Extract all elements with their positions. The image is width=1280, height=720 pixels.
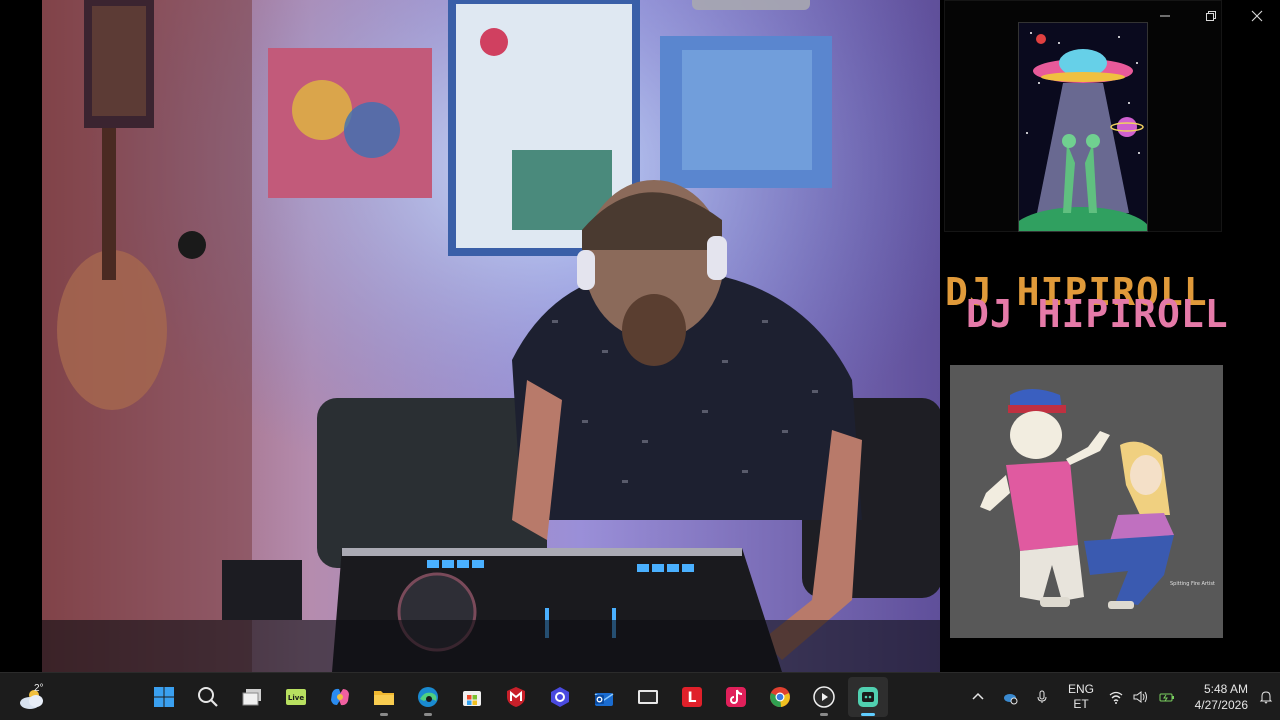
minimize-icon [1160,15,1170,17]
tiktok-icon [726,687,746,707]
chevron-up-icon [972,692,984,700]
ufo-poster-image [1018,22,1148,232]
battery-charging-icon [1159,693,1174,702]
onedrive-tray-button[interactable] [994,673,1026,720]
taskbar-apps: Live L [144,677,888,717]
cartoon-signature: Spitting Fire Artist [1170,581,1215,587]
microphone-icon [1037,690,1047,703]
copilot-button[interactable] [320,677,360,717]
play-icon [813,686,835,708]
start-button[interactable] [144,677,184,717]
store-button[interactable] [452,677,492,717]
dj-performance-image [42,0,940,672]
l-letter-icon: L [682,687,702,707]
window-drag-handle[interactable] [692,0,810,10]
mail-button[interactable] [584,677,624,717]
vpn-button[interactable] [540,677,580,717]
store-icon [463,691,481,706]
volume-tray-button[interactable] [1128,673,1152,720]
active-indicator [861,713,875,716]
edge-button[interactable] [408,677,448,717]
taskbar: 2° Live L ENG ET 5:48 AM 4/27/2026 [0,672,1280,720]
live-app-button[interactable]: Live [276,677,316,717]
language-code: ENG [1067,682,1094,696]
notification-bell-icon [1259,691,1273,704]
search-icon [198,687,218,707]
svg-text:Live: Live [288,694,304,702]
wifi-icon [1109,691,1123,704]
mcafee-icon [507,687,525,707]
live-app-icon: Live [286,689,306,705]
show-hidden-icons-button[interactable] [962,673,994,720]
running-indicator [380,713,388,716]
restore-icon [1206,11,1216,21]
media-player-button[interactable] [804,677,844,717]
shield-app-icon [551,687,569,707]
language-indicator[interactable]: ENG ET [1058,673,1104,720]
l-app-button[interactable]: L [672,677,712,717]
tablet-app-button[interactable] [628,677,668,717]
weather-temperature: 2° [34,683,44,694]
webcam-video-feed [42,0,940,672]
running-indicator [820,713,828,716]
tiktok-button[interactable] [716,677,756,717]
running-indicator [424,713,432,716]
clock[interactable]: 5:48 AM 4/27/2026 [1182,673,1252,720]
task-view-icon [242,689,261,706]
restore-button[interactable] [1188,0,1234,32]
speaker-icon [1133,691,1147,703]
tablet-icon [638,690,658,704]
stream-side-panel: DJ HIPIROLL DJ HIPIROLL Spitting Fire Ar… [940,0,1280,672]
chrome-button[interactable] [760,677,800,717]
close-icon [1251,10,1263,22]
mcafee-button[interactable] [496,677,536,717]
system-tray: ENG ET 5:48 AM 4/27/2026 [962,673,1280,720]
mail-icon [594,693,614,706]
task-view-button[interactable] [232,677,272,717]
minimize-button[interactable] [1142,0,1188,32]
network-tray-button[interactable] [1104,673,1128,720]
streaming-app-button[interactable] [848,677,888,717]
clock-time: 5:48 AM [1203,682,1248,696]
folder-icon [374,691,394,705]
cartoon-dancers-image: Spitting Fire Artist [950,365,1223,638]
dj-name-title: DJ HIPIROLL [966,292,1229,336]
search-button[interactable] [188,677,228,717]
copilot-icon [331,688,349,706]
edge-icon [418,687,438,707]
close-button[interactable] [1234,0,1280,32]
stream-app-icon [858,687,878,707]
keyboard-layout: ET [1073,697,1089,711]
windows-logo-icon [154,687,174,707]
cloud-sync-icon [1004,694,1018,705]
window-controls [1142,0,1280,32]
file-explorer-button[interactable] [364,677,404,717]
svg-text:L: L [688,690,697,706]
battery-tray-button[interactable] [1152,673,1182,720]
microphone-tray-button[interactable] [1026,673,1058,720]
weather-widget[interactable]: 2° [16,679,56,715]
notifications-button[interactable] [1252,673,1280,720]
desktop-screen: DJ HIPIROLL DJ HIPIROLL Spitting Fire Ar… [0,0,1280,720]
chrome-icon [770,687,790,708]
clock-date: 4/27/2026 [1194,698,1248,712]
